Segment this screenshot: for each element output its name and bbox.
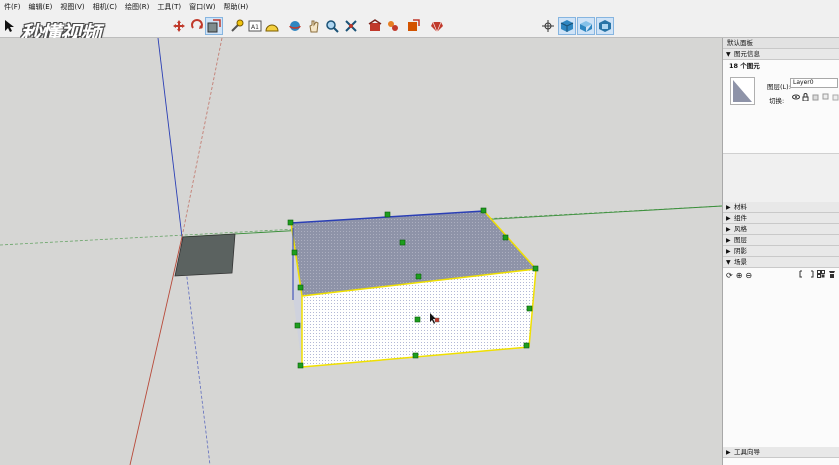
grip-handle xyxy=(412,352,419,359)
layer-select[interactable]: Layer0 xyxy=(790,78,838,88)
scene-list[interactable] xyxy=(723,282,839,465)
section-label: 场景 xyxy=(734,257,747,266)
scale-tool-icon[interactable] xyxy=(205,17,223,35)
menu-window[interactable]: 窗口(W) xyxy=(185,2,219,12)
menu-edit[interactable]: 编辑(E) xyxy=(25,2,57,12)
grip-handle xyxy=(526,305,533,312)
selected-box[interactable] xyxy=(290,210,537,368)
scene-toolbar: ⟳ ⊕ ⊖ xyxy=(723,268,839,282)
lock-icon[interactable] xyxy=(802,93,809,102)
menu-bar: 件(F) 编辑(E) 视图(V) 相机(C) 绘图(R) 工具(T) 窗口(W)… xyxy=(0,0,839,14)
scene-view-options-icon[interactable] xyxy=(817,270,825,280)
collapse-arrow-icon: ▼ xyxy=(726,258,731,266)
zoom-icon[interactable] xyxy=(323,17,341,35)
grip-handle xyxy=(297,362,304,369)
section-layers[interactable]: ▶ 图层 xyxy=(723,235,839,246)
menu-view[interactable]: 视图(V) xyxy=(56,2,88,12)
grip-handle xyxy=(415,273,422,280)
expand-arrow-icon: ▶ xyxy=(726,214,731,222)
drawing-viewport[interactable] xyxy=(0,38,722,465)
rotate-tool-icon[interactable] xyxy=(188,17,206,35)
entity-thumbnail xyxy=(730,77,755,105)
pan-icon[interactable] xyxy=(305,17,323,35)
menu-help[interactable]: 帮助(H) xyxy=(219,2,252,12)
grip-handle xyxy=(532,265,539,272)
view-top-icon[interactable] xyxy=(577,17,595,35)
view-front-icon[interactable] xyxy=(596,17,614,35)
section-components[interactable]: ▶ 组件 xyxy=(723,213,839,224)
section-materials[interactable]: ▶ 材料 xyxy=(723,202,839,213)
scene-down-icon[interactable] xyxy=(808,270,814,280)
expand-arrow-icon: ▶ xyxy=(726,203,731,211)
expand-arrow-icon: ▶ xyxy=(726,448,731,456)
section-label: 图层 xyxy=(734,235,747,244)
protractor-icon[interactable] xyxy=(263,17,281,35)
expand-arrow-icon: ▶ xyxy=(726,247,731,255)
remove-scene-icon[interactable]: ⊖ xyxy=(745,271,752,280)
svg-text:A1: A1 xyxy=(251,24,259,31)
visibility-eye-icon[interactable] xyxy=(792,93,800,101)
section-scenes[interactable]: ▼ 场景 xyxy=(723,257,839,268)
view-iso-icon[interactable] xyxy=(558,17,576,35)
entity-info-panel: 图层(L): Layer0 切换: xyxy=(723,72,839,154)
entity-info-header[interactable]: ▼ 图元信息 xyxy=(723,49,839,60)
menu-file[interactable]: 件(F) xyxy=(0,2,25,12)
section-instructor[interactable]: ▶ 工具向导 xyxy=(723,447,839,458)
expand-arrow-icon: ▶ xyxy=(726,225,731,233)
section-label: 材料 xyxy=(734,202,747,211)
section-label: 阴影 xyxy=(734,246,747,255)
section-label: 风格 xyxy=(734,224,747,233)
ground-face xyxy=(174,233,236,277)
move-tool-icon[interactable] xyxy=(170,17,188,35)
components-icon[interactable] xyxy=(384,17,402,35)
grip-handle xyxy=(399,239,406,246)
tape-measure-icon[interactable] xyxy=(228,17,246,35)
section-shadows[interactable]: ▶ 阴影 xyxy=(723,246,839,257)
orbit-icon[interactable] xyxy=(286,17,304,35)
main-toolbar: A1 xyxy=(0,14,839,38)
dimension-icon[interactable]: A1 xyxy=(246,17,264,35)
share-model-icon[interactable] xyxy=(404,17,422,35)
grip-handle xyxy=(287,219,294,226)
cast-shadow-icon[interactable] xyxy=(822,93,829,101)
toggle-label: 切换: xyxy=(769,97,785,105)
receive-shadow-icon[interactable] xyxy=(812,93,819,101)
scene-up-icon[interactable] xyxy=(799,270,805,280)
grip-handle xyxy=(294,322,301,329)
zoom-extents-icon[interactable] xyxy=(342,17,360,35)
warehouse-icon[interactable] xyxy=(366,17,384,35)
grip-handle xyxy=(384,211,391,218)
grip-handle xyxy=(502,234,509,241)
grip-handle xyxy=(523,342,530,349)
ruby-extension-icon[interactable] xyxy=(428,17,446,35)
default-tray: 默认面板 ▼ 图元信息 18 个图元 图层(L): Layer0 切换: ▶ 材 xyxy=(722,38,839,465)
select-tool-icon[interactable] xyxy=(0,17,18,35)
section-label: 工具向导 xyxy=(734,447,760,456)
axes-icon[interactable] xyxy=(539,17,557,35)
tray-spacer xyxy=(723,154,839,202)
collapse-arrow-icon: ▼ xyxy=(726,50,731,58)
refresh-scene-icon[interactable]: ⟳ xyxy=(726,271,733,280)
entity-info-title: 图元信息 xyxy=(734,49,760,58)
entity-count: 18 个图元 xyxy=(723,60,839,72)
grip-handle xyxy=(414,316,421,323)
tray-title: 默认面板 xyxy=(723,38,839,49)
grip-handle xyxy=(291,249,298,256)
grip-handle xyxy=(297,284,304,291)
glue-icon[interactable] xyxy=(832,93,839,101)
toggle-icons xyxy=(792,93,839,102)
section-styles[interactable]: ▶ 风格 xyxy=(723,224,839,235)
menu-camera[interactable]: 相机(C) xyxy=(89,2,121,12)
menu-tools[interactable]: 工具(T) xyxy=(153,2,185,12)
layer-label: 图层(L): xyxy=(767,83,791,91)
section-label: 组件 xyxy=(734,213,747,222)
add-scene-icon[interactable]: ⊕ xyxy=(736,271,743,280)
expand-arrow-icon: ▶ xyxy=(726,236,731,244)
menu-draw[interactable]: 绘图(R) xyxy=(121,2,153,12)
grip-handle xyxy=(480,207,487,214)
scene-details-icon[interactable] xyxy=(828,270,836,280)
